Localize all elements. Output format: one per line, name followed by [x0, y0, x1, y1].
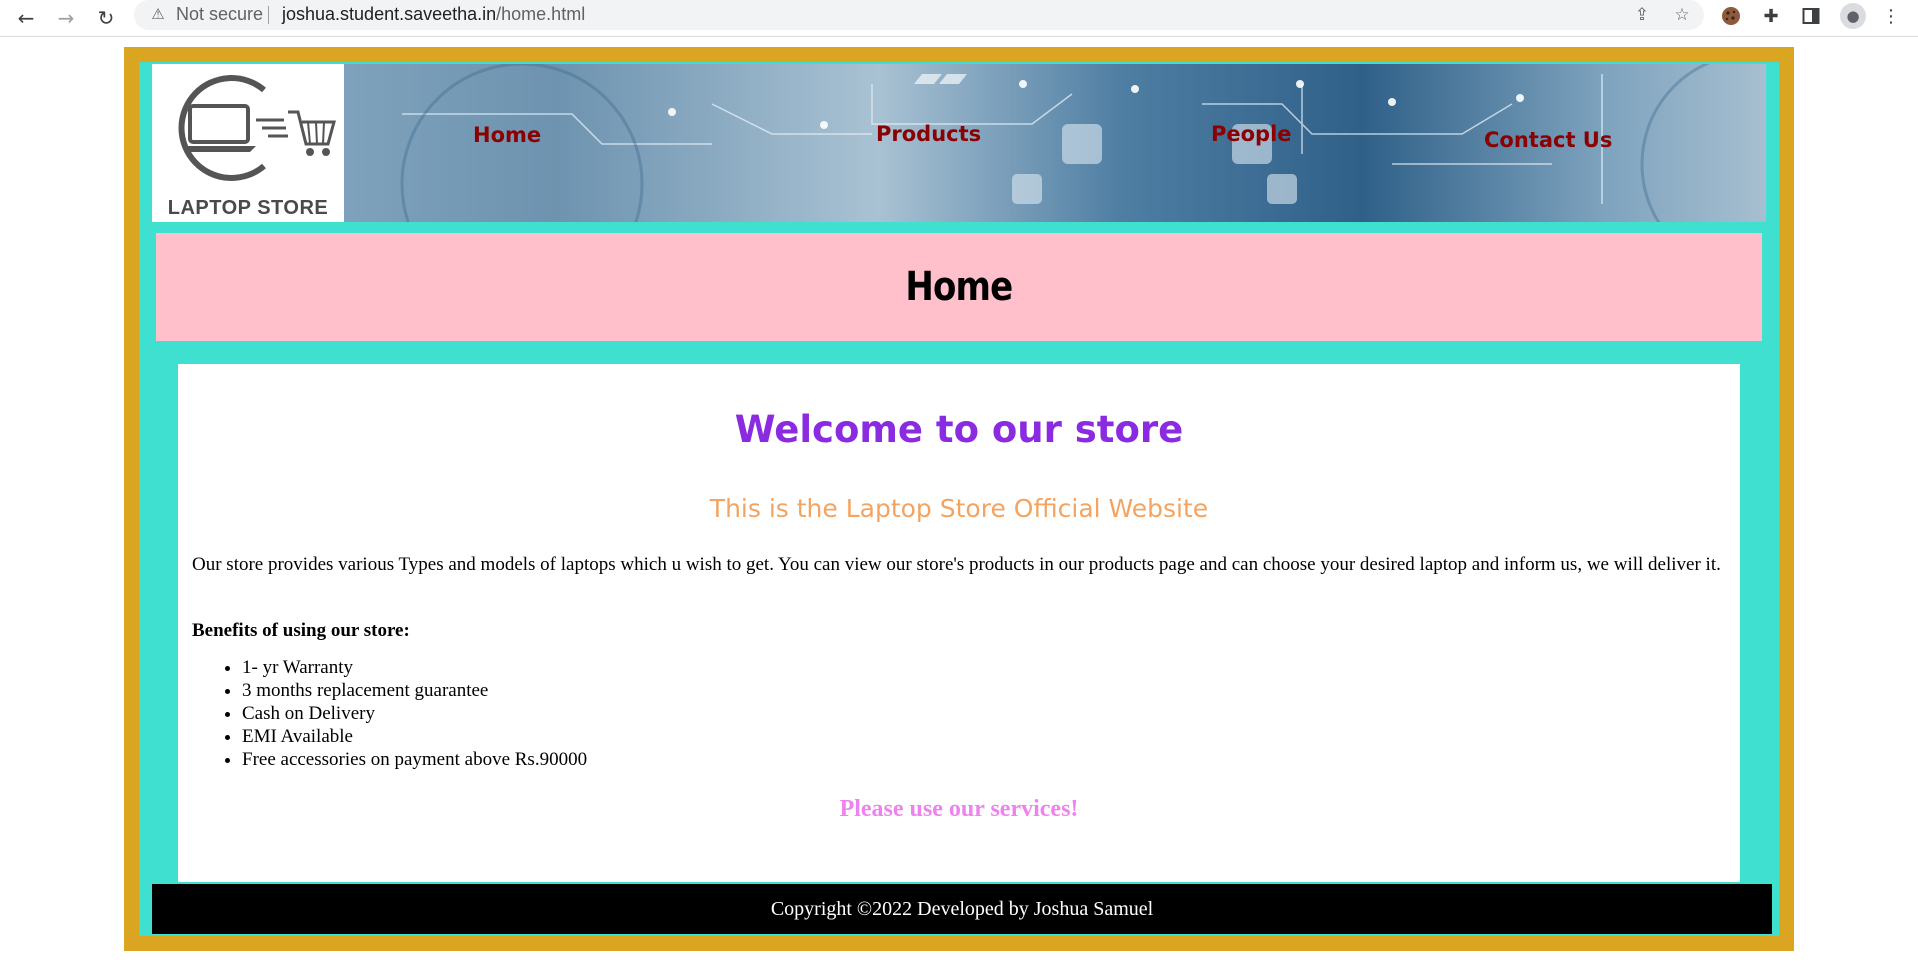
- arrow-right-icon: →: [57, 6, 75, 30]
- site-logo[interactable]: LAPTOP STORE: [152, 64, 344, 222]
- forward-button[interactable]: →: [52, 4, 80, 32]
- site-header: LAPTOP STORE Home Products People Contac…: [152, 64, 1766, 222]
- intro-paragraph: Our store provides various Types and mod…: [192, 554, 1721, 575]
- benefits-list: 1- yr Warranty 3 months replacement guar…: [192, 656, 587, 771]
- services-callout: Please use our services!: [839, 796, 1079, 822]
- site-footer: Copyright ©2022 Developed by Joshua Samu…: [152, 884, 1772, 934]
- benefits-heading: Benefits of using our store:: [192, 620, 410, 641]
- reload-icon: ↻: [97, 6, 115, 30]
- kebab-menu-icon[interactable]: ⋮: [1878, 3, 1904, 29]
- logo-text: LAPTOP STORE: [167, 197, 329, 219]
- nav-link-people[interactable]: People: [1211, 122, 1292, 146]
- page-title: Home: [905, 264, 1014, 310]
- page-outer-border: LAPTOP STORE Home Products People Contac…: [124, 47, 1794, 951]
- extensions-puzzle-icon[interactable]: ✚: [1758, 3, 1784, 29]
- laptop-cart-logo-icon: [178, 75, 336, 181]
- nav-link-products[interactable]: Products: [876, 122, 981, 146]
- subtitle-heading: This is the Laptop Store Official Websit…: [709, 494, 1209, 523]
- url-text[interactable]: joshua.student.saveetha.in/home.html: [282, 3, 585, 25]
- security-label[interactable]: Not secure: [176, 3, 263, 25]
- reload-button[interactable]: ↻: [92, 4, 120, 32]
- page-title-banner: Home: [156, 233, 1762, 341]
- url-host: joshua.student.saveetha.in: [282, 4, 497, 24]
- address-separator: [268, 6, 269, 24]
- back-button[interactable]: ←: [12, 4, 40, 32]
- nav-link-contact-us[interactable]: Contact Us: [1484, 128, 1612, 152]
- list-item: 1- yr Warranty: [242, 656, 587, 679]
- page-inner-container: LAPTOP STORE Home Products People Contac…: [139, 62, 1779, 936]
- arrow-left-icon: ←: [17, 6, 35, 30]
- share-icon[interactable]: ⇪: [1630, 3, 1654, 27]
- list-item: Free accessories on payment above Rs.900…: [242, 748, 587, 771]
- bookmark-star-icon[interactable]: ☆: [1670, 3, 1694, 27]
- list-item: EMI Available: [242, 725, 587, 748]
- browser-toolbar: ← → ↻ ⚠ Not secure joshua.student.saveet…: [0, 0, 1918, 37]
- footer-copyright: Copyright ©2022 Developed by Joshua Samu…: [770, 897, 1154, 920]
- main-content: Welcome to our store This is the Laptop …: [178, 364, 1740, 882]
- nav-link-home[interactable]: Home: [473, 123, 541, 147]
- profile-avatar-icon[interactable]: ●: [1840, 3, 1866, 29]
- list-item: 3 months replacement guarantee: [242, 679, 587, 702]
- side-panel-icon[interactable]: [1798, 3, 1824, 29]
- cookie-extension-icon[interactable]: [1718, 3, 1744, 29]
- list-item: Cash on Delivery: [242, 702, 587, 725]
- url-path: /home.html: [496, 4, 586, 24]
- warning-icon[interactable]: ⚠: [148, 4, 168, 24]
- welcome-heading: Welcome to our store: [734, 408, 1184, 451]
